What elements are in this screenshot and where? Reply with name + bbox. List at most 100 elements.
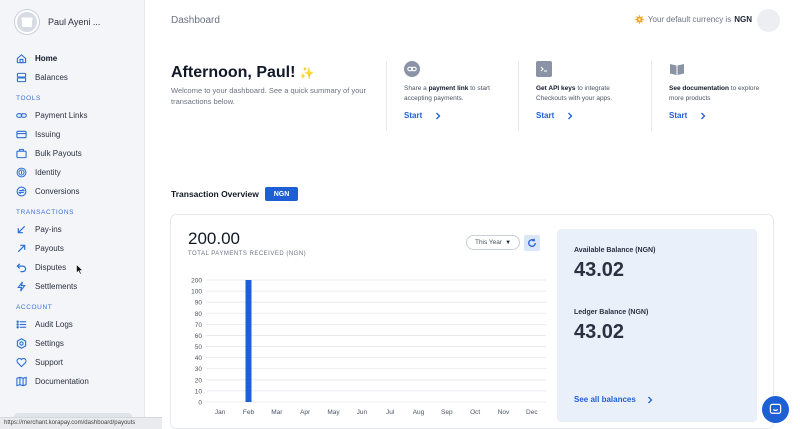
- balances-icon: [16, 72, 27, 83]
- y-tick-label: 30: [195, 366, 203, 373]
- user-avatar[interactable]: [757, 9, 780, 32]
- avatar: [15, 10, 39, 34]
- total-payments-label: TOTAL PAYMENTS RECEIVED (NGN): [188, 251, 307, 257]
- y-tick-label: 80: [195, 311, 203, 318]
- x-tick-label: Feb: [243, 409, 255, 416]
- fingerprint-icon: [16, 167, 27, 178]
- profile-switcher[interactable]: Paul Ayeni ...: [0, 0, 144, 44]
- sidebar-item-disputes[interactable]: Disputes: [0, 258, 144, 277]
- start-api-keys-button[interactable]: Start: [536, 111, 636, 120]
- currency-text: Your default currency is: [647, 15, 732, 24]
- sidebar-item-conversions[interactable]: Conversions: [0, 182, 144, 201]
- sidebar-item-label: Pay-ins: [35, 225, 62, 234]
- quick-action-text: Share a payment link to start accepting …: [404, 84, 508, 104]
- x-tick-label: Sep: [441, 409, 453, 416]
- sidebar-item-pay-ins[interactable]: Pay-ins: [0, 220, 144, 239]
- x-tick-label: Apr: [300, 409, 311, 416]
- nav-section-transactions: TRANSACTIONS: [16, 209, 75, 216]
- qa-bold: See documentation: [669, 85, 729, 92]
- chevron-right-icon: [701, 112, 706, 119]
- nav-section-account: ACCOUNT: [16, 304, 53, 311]
- sidebar: Paul Ayeni ... Home Balances TOOLS Payme…: [0, 0, 145, 429]
- sidebar-item-home[interactable]: Home: [0, 49, 144, 68]
- sidebar-item-settings[interactable]: Settings: [0, 334, 144, 353]
- qa-bold: payment link: [428, 85, 469, 92]
- sidebar-item-label: Settings: [35, 339, 64, 348]
- sidebar-item-label: Payment Links: [35, 111, 88, 120]
- sidebar-item-bulk-payouts[interactable]: Bulk Payouts: [0, 144, 144, 163]
- total-payments-amount: 200.00: [188, 229, 240, 248]
- sidebar-item-label: Documentation: [35, 377, 89, 386]
- book-icon: [669, 61, 685, 77]
- link-icon: [16, 113, 27, 118]
- ledger-balance-label: Ledger Balance (NGN): [574, 309, 649, 316]
- y-tick-label: 60: [195, 333, 203, 340]
- period-select-value: This Year: [474, 239, 503, 246]
- sidebar-item-label: Home: [35, 54, 58, 63]
- card-icon: [16, 130, 27, 139]
- y-tick-label: 70: [195, 322, 203, 329]
- start-label: Start: [404, 111, 423, 120]
- chevron-right-icon: [436, 112, 441, 119]
- transaction-overview-title: Transaction Overview: [171, 189, 259, 199]
- y-tick-label: 0: [198, 400, 202, 407]
- quick-action-documentation: See documentation to explore more produc…: [651, 61, 769, 131]
- undo-icon: [16, 263, 27, 273]
- start-label: Start: [669, 111, 688, 120]
- chat-support-button[interactable]: [762, 396, 789, 423]
- sidebar-item-payment-links[interactable]: Payment Links: [0, 106, 144, 125]
- x-tick-label: Dec: [526, 409, 538, 416]
- arrow-in-icon: [17, 225, 26, 234]
- sidebar-item-issuing[interactable]: Issuing: [0, 125, 144, 144]
- arrow-out-icon: [17, 244, 26, 253]
- chevron-right-icon: [568, 112, 573, 119]
- sidebar-item-audit-logs[interactable]: Audit Logs: [0, 315, 144, 334]
- sidebar-item-support[interactable]: Support: [0, 353, 144, 372]
- sidebar-item-identity[interactable]: Identity: [0, 163, 144, 182]
- status-bar-url: https://merchant.korapay.com/dashboard/p…: [0, 417, 162, 429]
- see-all-balances-link[interactable]: See all balances: [574, 395, 654, 404]
- y-tick-label: 20: [195, 377, 203, 384]
- period-select[interactable]: This Year ▼: [466, 235, 520, 250]
- start-documentation-button[interactable]: Start: [669, 111, 769, 120]
- profile-name: Paul Ayeni ...: [48, 17, 101, 27]
- available-balance-label: Available Balance (NGN): [574, 247, 656, 254]
- sidebar-item-documentation[interactable]: Documentation: [0, 372, 144, 391]
- sidebar-item-label: Bulk Payouts: [35, 149, 82, 158]
- refresh-button[interactable]: [524, 235, 540, 251]
- transactions-bar-chart: 0 10 20 30 40 50 60 70 80 90 100 200 Jan Feb Mar Apr May…: [191, 278, 546, 416]
- y-tick-label: 90: [195, 300, 203, 307]
- sidebar-item-label: Settlements: [35, 282, 78, 291]
- sidebar-item-label: Audit Logs: [35, 320, 73, 329]
- sidebar-item-payouts[interactable]: Payouts: [0, 239, 144, 258]
- heart-icon: [16, 358, 27, 368]
- start-payment-link-button[interactable]: Start: [404, 111, 504, 120]
- terminal-icon: [536, 61, 552, 77]
- sidebar-item-label: Balances: [35, 73, 68, 82]
- sidebar-item-label: Disputes: [35, 263, 67, 272]
- y-tick-label: 40: [195, 355, 203, 362]
- x-tick-label: Oct: [470, 409, 480, 416]
- sidebar-item-label: Conversions: [35, 187, 80, 196]
- sidebar-item-label: Support: [35, 358, 64, 367]
- x-tick-label: Aug: [413, 409, 425, 416]
- page-title: Dashboard: [171, 14, 220, 26]
- x-tick-label: Jun: [357, 409, 368, 416]
- x-tick-label: Mar: [271, 409, 283, 416]
- currency-badge[interactable]: NGN: [265, 187, 298, 201]
- sidebar-item-settlements[interactable]: Settlements: [0, 277, 144, 296]
- gear-icon: [16, 338, 27, 349]
- conversion-icon: [16, 186, 27, 197]
- x-tick-label: Jul: [386, 409, 395, 416]
- quick-action-text: Get API keys to integrate Checkouts with…: [536, 84, 640, 104]
- lightning-icon: [17, 281, 26, 292]
- sidebar-item-balances[interactable]: Balances: [0, 68, 144, 87]
- sidebar-item-label: Payouts: [35, 244, 64, 253]
- bar-feb[interactable]: [245, 280, 252, 402]
- map-icon: [16, 376, 27, 387]
- balances-panel: Available Balance (NGN) 43.02 Ledger Bal…: [557, 229, 757, 422]
- quick-action-payment-link: Share a payment link to start accepting …: [386, 61, 504, 131]
- list-icon: [16, 320, 27, 329]
- see-all-label: See all balances: [574, 395, 636, 404]
- link-icon: [404, 61, 420, 77]
